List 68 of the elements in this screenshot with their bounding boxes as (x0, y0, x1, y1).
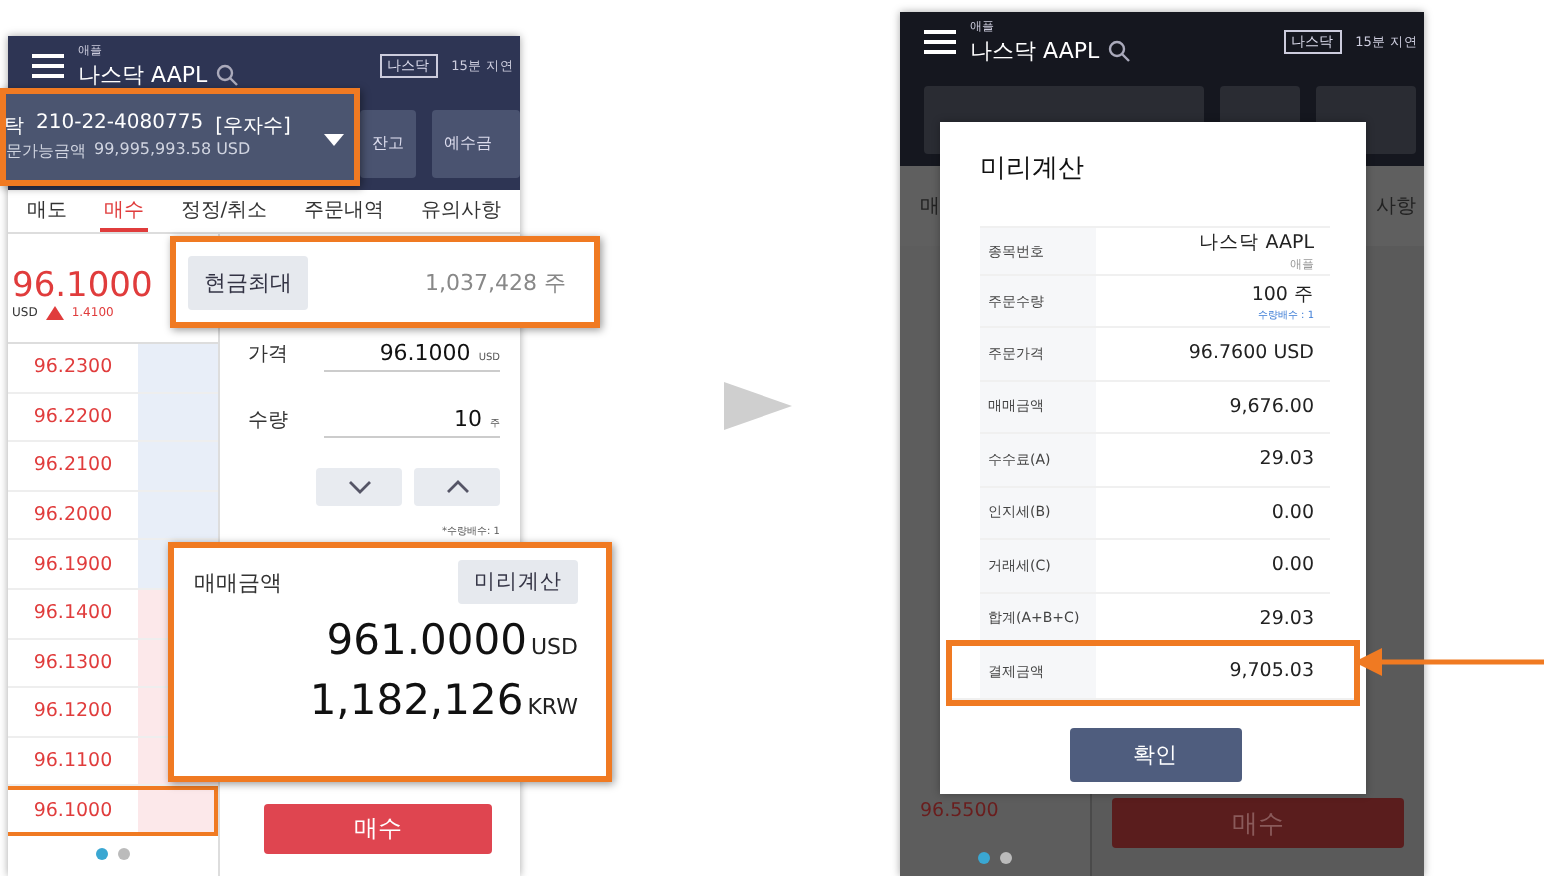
confirm-button[interactable]: 확인 (1069, 727, 1241, 781)
order-price: 96.1100 (31, 748, 115, 777)
order-row[interactable]: 96.2200 (8, 393, 218, 443)
order-row[interactable]: 96.2100 (8, 442, 218, 492)
row-value: 100 주 (1251, 281, 1314, 307)
order-price: 96.2200 (31, 403, 115, 432)
row-value: 96.7600 USD (1188, 342, 1314, 365)
order-price: 96.1900 (31, 551, 115, 580)
account-holder: [우자수] (215, 114, 291, 140)
order-price: 96.1300 (31, 649, 115, 678)
header-button[interactable]: 잔고 (360, 109, 416, 177)
row-value: 0.00 (1271, 554, 1314, 577)
pager-dot[interactable] (1000, 852, 1012, 864)
order-price: 96.1000 (31, 797, 115, 826)
stock-title: 나스닥 AAPL (78, 60, 208, 90)
order-price: 96.1200 (31, 698, 115, 727)
order-price: 96.1400 (31, 600, 115, 629)
order-row[interactable]: 96.2000 (8, 491, 218, 541)
tab[interactable]: 사항 (1376, 192, 1416, 220)
menu-icon[interactable] (924, 30, 956, 54)
menu-icon[interactable] (32, 54, 64, 78)
currency-unit: KRW (527, 694, 578, 720)
amount-usd: 961.0000 (326, 616, 527, 664)
pager-dot[interactable] (118, 847, 130, 860)
row-value: 0.00 (1271, 501, 1314, 524)
stock-title: 나스닥 AAPL (970, 36, 1100, 66)
chevron-down-icon (347, 480, 371, 494)
row-value: 9,676.00 (1229, 395, 1314, 418)
available-label: 문가능금액 (6, 140, 86, 162)
account-number: 210-22-4080775 (36, 112, 204, 138)
account-type: 탁 (4, 114, 24, 140)
dialog-title: 미리계산 (980, 152, 1086, 188)
row-value: 29.03 (1259, 607, 1314, 630)
preview-button[interactable]: 미리계산 (458, 560, 578, 604)
buy-button[interactable]: 매수 (264, 804, 492, 854)
account-selector[interactable]: 탁 210-22-4080775 [우자수] 문가능금액 99,995,993.58 USD (0, 88, 360, 186)
order-price: 96.2000 (31, 502, 115, 531)
buy-button[interactable]: 매수 (1112, 798, 1404, 848)
tab[interactable]: 유의사항 (417, 190, 506, 232)
field-label: 수량 (248, 407, 290, 433)
dropdown-triangle-icon (324, 134, 344, 146)
pager-dot[interactable] (96, 847, 108, 860)
up-triangle-icon (45, 306, 64, 320)
search-icon[interactable] (1107, 40, 1130, 62)
chevron-up-icon (445, 480, 469, 494)
max-cash-button[interactable]: 현금최대 (188, 255, 308, 309)
pointing-arrow-icon (1354, 648, 1544, 676)
tab[interactable]: 정정/취소 (176, 190, 272, 232)
available-amount: 99,995,993.58 USD (94, 140, 251, 162)
row-value: 29.03 (1259, 448, 1314, 471)
pager-dot[interactable] (978, 852, 990, 864)
order-price: 96.2300 (31, 354, 115, 383)
header-button[interactable]: 예수금 (432, 109, 520, 177)
order-row[interactable]: 96.2300 (8, 344, 218, 394)
tab[interactable]: 매수 (99, 190, 148, 232)
right-arrow-icon (724, 382, 792, 430)
row-value: 나스닥 AAPL (1199, 229, 1314, 255)
row-value: 9,705.03 (1229, 660, 1314, 683)
tab[interactable]: 매도 (22, 190, 71, 232)
currency-unit: USD (530, 634, 578, 660)
tab[interactable]: 매 (920, 192, 940, 220)
amount-krw: 1,182,126 (309, 676, 524, 724)
tab[interactable]: 주문내역 (300, 190, 389, 232)
max-quantity: 1,037,428 주 (425, 267, 566, 297)
order-price: 96.2100 (31, 452, 115, 481)
search-icon[interactable] (215, 64, 238, 86)
field-label: 가격 (248, 341, 290, 367)
order-row[interactable]: 96.1000 (8, 786, 218, 836)
